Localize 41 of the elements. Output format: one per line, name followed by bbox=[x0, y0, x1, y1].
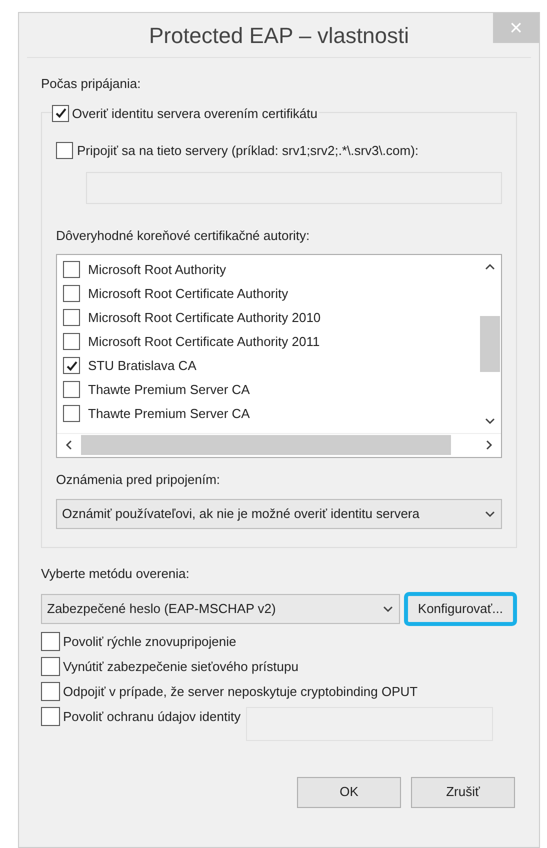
checkbox[interactable] bbox=[63, 381, 80, 398]
checkbox[interactable] bbox=[63, 285, 80, 302]
checkbox[interactable] bbox=[41, 706, 60, 726]
list-item[interactable]: Thawte Premium Server CA bbox=[88, 380, 250, 400]
checkmark-icon bbox=[54, 107, 66, 120]
list-item[interactable]: Thawte Premium Server CA bbox=[88, 404, 250, 424]
horizontal-scrollbar[interactable] bbox=[57, 432, 501, 456]
scrollbar-thumb[interactable] bbox=[81, 435, 451, 455]
checkbox-label: Odpojiť v prípade, že server neposkytuje cryptobinding OPUT bbox=[63, 682, 418, 700]
checkbox[interactable] bbox=[41, 656, 60, 676]
method-dropdown[interactable]: Zabezpečené heslo (EAP-MSCHAP v2) bbox=[41, 594, 400, 624]
checkbox[interactable] bbox=[63, 405, 80, 422]
scrollbar-thumb[interactable] bbox=[480, 316, 500, 372]
checkbox-label: Pripojiť sa na tieto servery (príklad: srv1;srv2;.*\.srv3\.com): bbox=[77, 142, 419, 160]
list-item[interactable]: Microsoft Root Certificate Authority 2010 bbox=[88, 308, 321, 328]
checkbox[interactable] bbox=[56, 142, 73, 159]
window-title: Protected EAP – vlastnosti bbox=[148, 22, 410, 50]
list-item[interactable]: Microsoft Root Certificate Authority bbox=[88, 284, 288, 304]
dropdown-label: Oznámenia pred pripojením: bbox=[56, 470, 222, 489]
checkbox[interactable] bbox=[52, 104, 69, 122]
notification-dropdown[interactable]: Oznámiť používateľovi, ak nie je možné overiť identitu servera bbox=[56, 499, 502, 529]
configure-button[interactable]: Konfigurovať... bbox=[404, 592, 517, 626]
dropdown-label: Vyberte metódu overenia: bbox=[41, 565, 190, 583]
checkmark-icon bbox=[66, 360, 78, 372]
checkbox-label: Povoliť rýchle znovupripojenie bbox=[63, 632, 236, 650]
checkbox[interactable] bbox=[63, 357, 80, 374]
list-item[interactable]: Microsoft Root Authority bbox=[88, 260, 226, 280]
dialog-button[interactable]: Zrušiť bbox=[411, 776, 515, 808]
list-item[interactable]: STU Bratislava CA bbox=[88, 356, 196, 376]
checkbox-label: Overiť identitu servera overením certifikátu bbox=[72, 104, 318, 122]
checkbox-label: Vynútiť zabezpečenie sieťového prístupu bbox=[63, 658, 298, 676]
checkbox[interactable] bbox=[63, 309, 80, 326]
section-label: Počas pripájania: bbox=[41, 75, 142, 93]
checkbox[interactable] bbox=[41, 682, 60, 700]
checkbox-label: Povoliť ochranu údajov identity bbox=[63, 708, 241, 726]
list-item[interactable]: Microsoft Root Certificate Authority 2011 bbox=[88, 332, 320, 352]
checkbox[interactable] bbox=[63, 261, 80, 278]
list-label: Dôveryhodné koreňové certifikačné autority: bbox=[56, 227, 311, 245]
dialog-button[interactable]: OK bbox=[297, 776, 401, 808]
checkbox[interactable] bbox=[63, 333, 80, 350]
checkbox[interactable] bbox=[41, 632, 60, 650]
